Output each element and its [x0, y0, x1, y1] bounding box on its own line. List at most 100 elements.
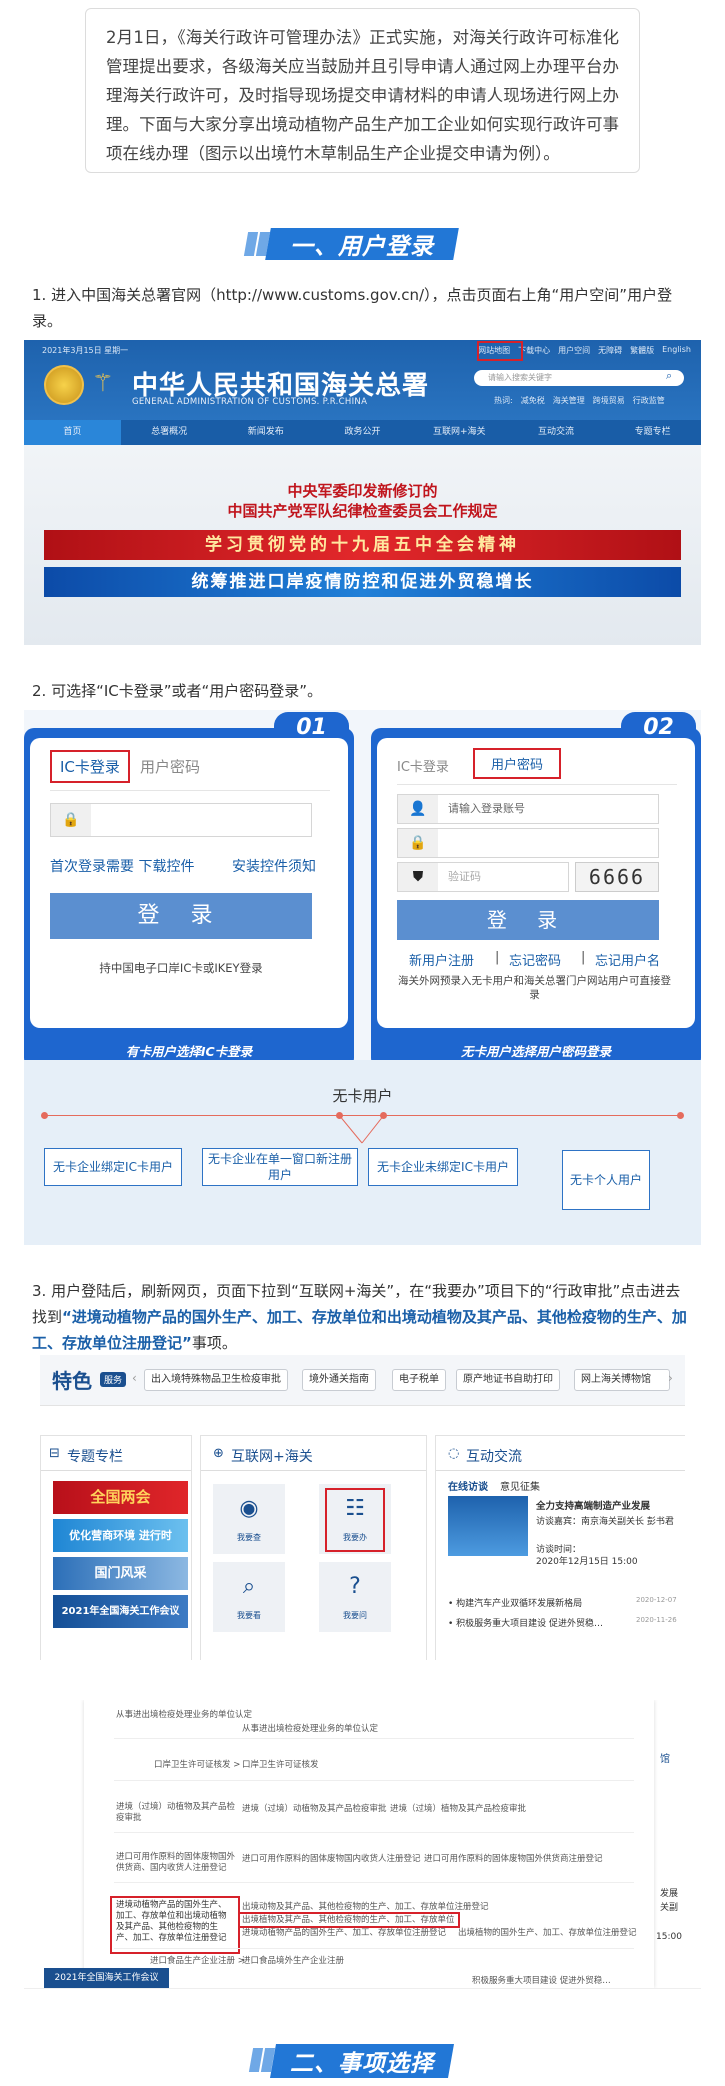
globe-icon: ⊕ [213, 1446, 224, 1461]
step-1-text: 1. 进入中国海关总署官网（http://www.customs.gov.cn/… [32, 286, 673, 330]
special-item[interactable]: 境外通关指南 [302, 1369, 376, 1391]
red-banner[interactable]: 学习贯彻党的十九届五中全会精神 [44, 530, 681, 560]
approval-subitem[interactable]: 进口可用作原料的固体废物国内收货人注册登记 [242, 1852, 421, 1864]
news-item[interactable]: • 构建汽车产业双循环发展新格局 [448, 1596, 582, 1609]
approval-subitem[interactable]: 出境植物的国外生产、加工、存放单位注册登记 [458, 1926, 637, 1938]
chevron-right-icon[interactable]: › [668, 1371, 673, 1385]
forgot-password-link[interactable]: 忘记密码 [509, 950, 561, 969]
blue-banner[interactable]: 统筹推进口岸疫情防控和促进外贸稳增长 [44, 567, 681, 597]
intro-box: 2月1日，《海关行政许可管理办法》正式实施，对海关行政许可标准化管理提出要求，各… [85, 8, 640, 173]
option-single-window-register[interactable]: 无卡企业在单一窗口新注册用户 [202, 1148, 358, 1186]
headline-line-1[interactable]: 中央军委印发新修订的 [24, 480, 701, 501]
tab-ic-login[interactable]: IC卡登录 [397, 756, 449, 775]
account-input[interactable]: 👤 请输入登录账号 [397, 794, 659, 824]
approval-row[interactable]: 进境（过境）动植物及其产品检疫审批 [116, 1802, 236, 1824]
topic-panel: ⊟ 专题专栏 全国两会 优化营商环境 进行时 国门风采 2021年全国海关工作会… [40, 1435, 192, 1660]
approval-row-target[interactable]: 进境动植物产品的国外生产、加工、存放单位和出境动植物及其产品、其他检疫物的生产、… [116, 1900, 234, 1944]
hot-word[interactable]: 减免税 [521, 395, 545, 406]
footer-news[interactable]: 积极服务重大项目建设 促进外贸稳… [472, 1974, 611, 1986]
customs-website-screenshot: 2021年3月15日 星期一 网站地图 下载中心 用户空间 无障碍 繁體版 En… [24, 340, 701, 645]
tab-password-login[interactable]: 用户密码 [140, 756, 200, 777]
approval-row[interactable]: 从事进出境检疫处理业务的单位认定 [116, 1708, 252, 1720]
password-login-button[interactable]: 登 录 [397, 900, 659, 940]
install-guide-link[interactable]: 安装控件须知 [232, 856, 316, 876]
topic-tile[interactable]: 优化营商环境 进行时 [53, 1519, 188, 1552]
special-item[interactable]: 网上海关博物馆 [574, 1369, 670, 1391]
register-link[interactable]: 新用户注册 [409, 950, 474, 969]
hot-word[interactable]: 行政监管 [633, 395, 665, 406]
approval-row[interactable]: 进口食品生产企业注册 > [150, 1954, 245, 1966]
ic-login-panel: IC卡登录 用户密码 🔒 首次登录需要 下载控件 安装控件须知 登 录 持中国电… [30, 738, 348, 1028]
news-date: 2020-11-26 [636, 1616, 677, 1624]
special-services-bar: 特色 服务 ‹ 出入境特殊物品卫生检疫审批 境外通关指南 电子税单 原产地证书自… [40, 1355, 685, 1406]
special-item[interactable]: 原产地证书自助打印 [456, 1369, 560, 1391]
captcha-image[interactable]: 6666 [575, 862, 659, 892]
nav-public[interactable]: 政务公开 [314, 420, 411, 445]
service-query[interactable]: ◉ 我要查 [213, 1484, 285, 1554]
headline-line-2[interactable]: 中国共产党军队纪律检查委员会工作规定 [24, 500, 701, 521]
approval-row[interactable]: 进口可用作原料的固体废物国外供货商、国内收货人注册登记 [116, 1852, 236, 1874]
nav-internet-customs[interactable]: 互联网+海关 [411, 420, 508, 445]
forgot-username-link[interactable]: 忘记用户名 [595, 950, 660, 969]
approval-subitem[interactable]: 进境（过境）植物及其产品检疫审批 [390, 1802, 526, 1814]
approval-subitem[interactable]: 进境（过境）动植物及其产品检疫审批 [242, 1802, 387, 1814]
ic-card-field[interactable]: 🔒 [50, 803, 312, 837]
ic-login-button[interactable]: 登 录 [50, 893, 312, 939]
section-title-item-selection: 二、事项选择 [248, 2044, 454, 2078]
site-search-input[interactable]: 请输入搜索关键字 [474, 370, 684, 386]
nav-home[interactable]: 首页 [24, 420, 121, 445]
special-item[interactable]: 出入境特殊物品卫生检疫审批 [144, 1369, 288, 1391]
service-view[interactable]: ⌕ 我要看 [213, 1562, 285, 1632]
special-item[interactable]: 电子税单 [392, 1369, 446, 1391]
no-card-users: 无卡用户 无卡企业绑定IC卡用户 无卡企业在单一窗口新注册用户 无卡企业未绑定I… [24, 1060, 701, 1245]
approval-row[interactable]: 口岸卫生许可证核发 > [154, 1758, 240, 1770]
chevron-left-icon[interactable]: ‹ [132, 1371, 137, 1385]
tab-ic-login[interactable]: IC卡登录 [50, 750, 130, 783]
footer-topic-tile[interactable]: 2021年全国海关工作会议 [44, 1968, 169, 1988]
interview-thumbnail[interactable] [448, 1496, 528, 1556]
side-text: 发展 [660, 1889, 679, 1899]
nav-news[interactable]: 新闻发布 [217, 420, 314, 445]
tab-opinion[interactable]: 意见征集 [500, 1478, 540, 1493]
download-control-link[interactable]: 首次登录需要 下载控件 [50, 856, 194, 876]
eye-icon: ◉ [239, 1496, 259, 1521]
lock-icon: 🔒 [51, 804, 91, 836]
toplink-english[interactable]: English [662, 345, 691, 356]
step-3-highlight: “进境动植物产品的国外生产、加工、存放单位和出境动植物及其产品、其他检疫物的生产… [32, 1308, 687, 1352]
special-label: 特色 [52, 1369, 92, 1393]
toplink-traditional[interactable]: 繁體版 [630, 345, 654, 356]
toplink-accessibility[interactable]: 无障碍 [598, 345, 622, 356]
option-unbound-ic[interactable]: 无卡企业未绑定IC卡用户 [368, 1148, 518, 1186]
news-item[interactable]: • 积极服务重大项目建设 促进外贸稳… [448, 1616, 603, 1629]
nav-overview[interactable]: 总署概况 [121, 420, 218, 445]
tab-password-login[interactable]: 用户密码 [473, 748, 562, 779]
option-bind-ic[interactable]: 无卡企业绑定IC卡用户 [44, 1148, 182, 1186]
service-apply[interactable]: ☷ 我要办 [319, 1484, 391, 1554]
internet-customs-screenshot: 特色 服务 ‹ 出入境特殊物品卫生检疫审批 境外通关指南 电子税单 原产地证书自… [40, 1355, 685, 1660]
approval-subitem[interactable]: 进境动植物产品的国外生产、加工、存放单位注册登记 [242, 1926, 446, 1938]
option-individual[interactable]: 无卡个人用户 [562, 1150, 650, 1210]
tab-online-interview[interactable]: 在线访谈 [448, 1478, 488, 1493]
hot-word[interactable]: 海关管理 [553, 395, 585, 406]
captcha-input[interactable]: ⛊ 验证码 [397, 862, 569, 892]
topic-tile[interactable]: 国门风采 [53, 1557, 188, 1590]
approval-subitem-target[interactable]: 出境植物及其产品、其他检疫物的生产、加工、存放单位注册登记 [242, 1913, 454, 1925]
step-3-text: 3. 用户登陆后，刷新网页，页面下拉到“互联网+海关”，在“我要办”项目下的“行… [32, 1278, 692, 1356]
service-ask[interactable]: ? 我要问 [319, 1562, 391, 1632]
approval-subitem[interactable]: 进口食品境外生产企业注册 [242, 1954, 344, 1966]
nav-topics[interactable]: 专题专栏 [604, 420, 701, 445]
topic-tile[interactable]: 2021年全国海关工作会议 [53, 1595, 188, 1628]
nav-interact[interactable]: 互动交流 [508, 420, 605, 445]
topic-tile[interactable]: 全国两会 [53, 1481, 188, 1514]
hot-word[interactable]: 跨境贸易 [593, 395, 625, 406]
toplink-user-space[interactable]: 用户空间 [558, 345, 590, 356]
search-icon[interactable]: ⌕ [666, 369, 672, 383]
approval-subitem[interactable]: 进口可用作原料的固体废物国外供货商注册登记 [424, 1852, 603, 1864]
approval-subitem[interactable]: 从事进出境检疫处理业务的单位认定 [242, 1722, 378, 1734]
approval-subitem[interactable]: 出境动物及其产品、其他检疫物的生产、加工、存放单位注册登记 [242, 1900, 489, 1912]
news-title[interactable]: 全力支持高端制造产业发展 [536, 1498, 650, 1512]
password-input[interactable]: 🔒 [397, 828, 659, 858]
interact-title: 互动交流 [466, 1449, 522, 1465]
approval-subitem[interactable]: 口岸卫生许可证核发 [242, 1758, 319, 1770]
login-options-screenshot: 01 IC卡登录 用户密码 🔒 首次登录需要 下载控件 安装控件须知 登 录 持… [24, 710, 701, 1245]
